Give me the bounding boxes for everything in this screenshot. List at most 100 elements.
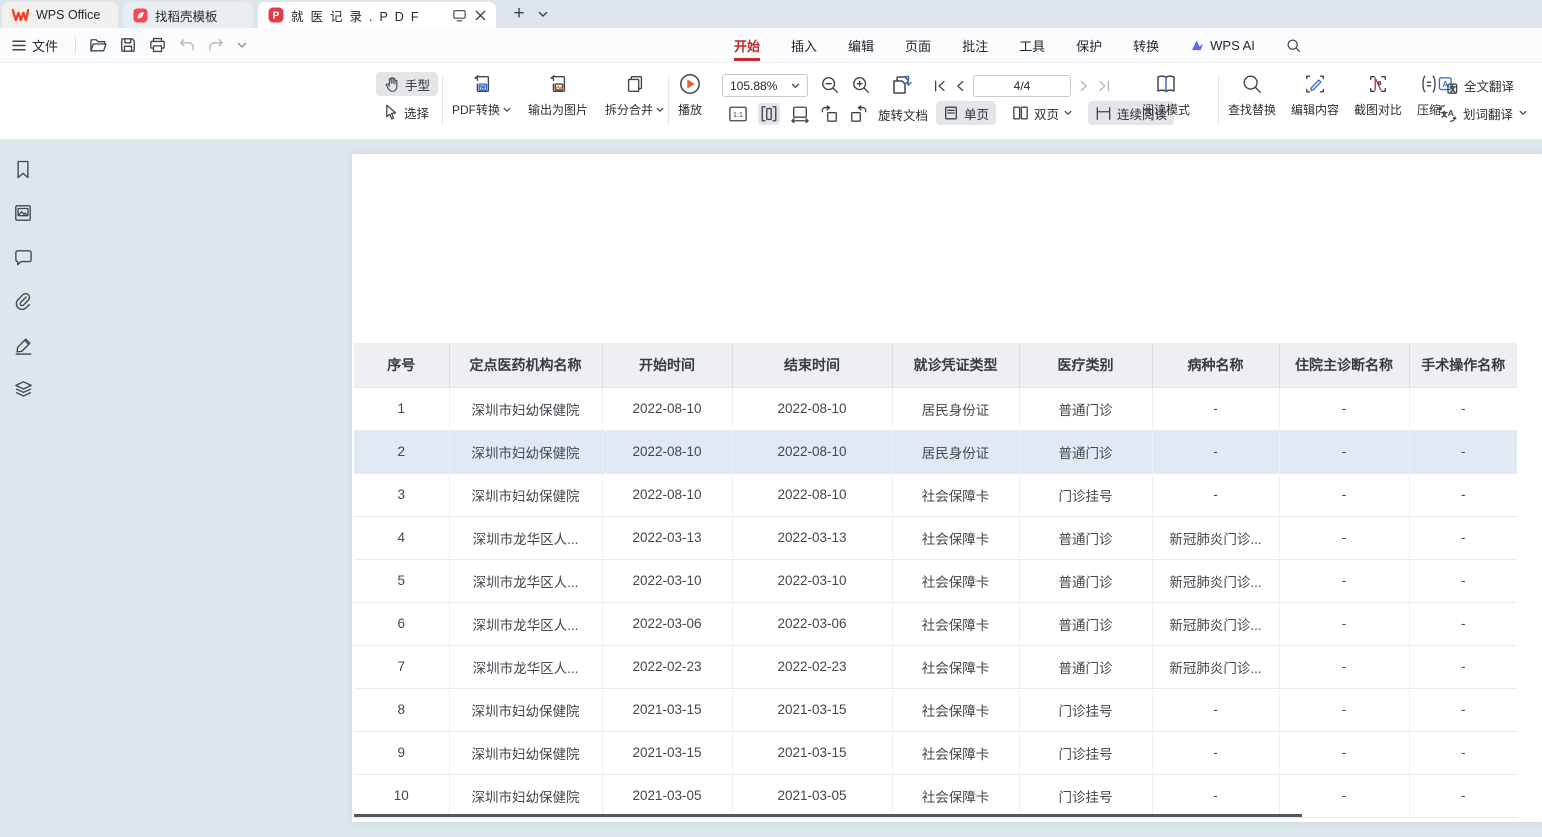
device-icon[interactable] (452, 9, 467, 22)
tab-docer-templates[interactable]: 找稻壳模板 (123, 2, 253, 28)
layers-icon[interactable] (12, 378, 34, 400)
file-menu-button[interactable]: 文件 (8, 36, 62, 55)
comment-icon[interactable] (12, 246, 34, 268)
translate-tools: A 全文翻译 A 划词翻译 (1438, 73, 1527, 125)
table-cell: 2021-03-15 (602, 731, 732, 774)
zoom-out-icon[interactable] (820, 75, 840, 95)
select-tool-button[interactable]: 选择 (376, 100, 438, 124)
read-mode-label: 阅读模式 (1142, 101, 1190, 118)
table-header-cell: 定点医药机构名称 (449, 343, 602, 387)
rotate-right-icon[interactable] (849, 105, 868, 123)
next-page-icon[interactable] (1079, 79, 1089, 93)
table-cell: 4 (354, 516, 449, 559)
split-merge-button[interactable]: 拆分合并 (605, 72, 664, 118)
table-cell: - (1279, 774, 1409, 817)
tab-wps-home[interactable]: WPS Office (2, 2, 118, 28)
find-replace-label: 查找替换 (1228, 101, 1276, 118)
svg-text:A: A (1448, 108, 1454, 118)
thumbnail-icon[interactable] (12, 202, 34, 224)
menu-edit[interactable]: 编辑 (846, 30, 876, 61)
menu-search-icon[interactable] (1284, 32, 1303, 59)
table-cell: - (1152, 387, 1279, 430)
menu-convert[interactable]: 转换 (1131, 30, 1161, 61)
menu-annotate[interactable]: 批注 (960, 30, 990, 61)
attachment-icon[interactable] (12, 290, 34, 312)
pdf-convert-button[interactable]: PDF转换 (452, 72, 511, 118)
table-cell: - (1409, 774, 1517, 817)
left-panel-icons (12, 158, 34, 400)
export-image-label: 输出为图片 (528, 101, 588, 118)
find-replace-button[interactable]: 查找替换 (1228, 72, 1276, 118)
word-translate-button[interactable]: A 划词翻译 (1438, 101, 1527, 125)
menu-insert[interactable]: 插入 (789, 30, 819, 61)
table-cell: 2022-03-10 (732, 559, 892, 602)
first-page-icon[interactable] (933, 79, 947, 93)
hand-tool-button[interactable]: 手型 (376, 72, 438, 96)
table-cell: 2022-03-06 (602, 602, 732, 645)
table-cell: 2022-02-23 (732, 645, 892, 688)
table-cell: 普通门诊 (1019, 430, 1152, 473)
cursor-icon (384, 104, 398, 120)
undo-icon[interactable] (179, 38, 195, 52)
previous-page-icon[interactable] (955, 79, 965, 93)
menu-home[interactable]: 开始 (732, 30, 762, 61)
menu-tools[interactable]: 工具 (1017, 30, 1047, 61)
table-cell: - (1279, 602, 1409, 645)
wps-logo-icon (12, 8, 29, 22)
table-row: 7深圳市龙华区人...2022-02-232022-02-23社会保障卡普通门诊… (354, 645, 1517, 688)
open-folder-icon[interactable] (89, 38, 107, 53)
last-page-icon[interactable] (1097, 79, 1111, 93)
rotate-doc-button[interactable]: 旋转文档 (878, 105, 928, 124)
select-tool-label: 选择 (404, 103, 429, 122)
table-cell: 社会保障卡 (892, 731, 1019, 774)
table-row: 4深圳市龙华区人...2022-03-132022-03-13社会保障卡普通门诊… (354, 516, 1517, 559)
table-cell: 5 (354, 559, 449, 602)
tab-list-chevron-icon[interactable] (533, 0, 553, 28)
menu-protect[interactable]: 保护 (1074, 30, 1104, 61)
new-tab-button[interactable]: + (506, 0, 532, 28)
menu-wps-ai[interactable]: WPS AI (1188, 32, 1257, 59)
play-label: 播放 (678, 101, 702, 118)
read-mode-button[interactable]: 阅读模式 (1142, 72, 1190, 118)
replace-pages-button[interactable] (890, 73, 914, 97)
table-cell: - (1409, 387, 1517, 430)
redo-icon[interactable] (208, 38, 224, 52)
table-cell: 居民身份证 (892, 387, 1019, 430)
page-indicator-input[interactable]: 4/4 (973, 75, 1071, 97)
save-icon[interactable] (120, 37, 136, 53)
print-icon[interactable] (149, 37, 166, 53)
signature-icon[interactable] (12, 334, 34, 356)
double-page-button[interactable]: 双页 (1005, 101, 1079, 125)
fit-page-icon[interactable] (790, 105, 810, 123)
menu-page[interactable]: 页面 (903, 30, 933, 61)
table-cell: 2022-08-10 (602, 473, 732, 516)
zoom-level-select[interactable]: 105.88% (722, 74, 808, 97)
export-image-icon (547, 72, 569, 96)
full-translate-button[interactable]: A 全文翻译 (1438, 73, 1527, 97)
table-row: 5深圳市龙华区人...2022-03-102022-03-10社会保障卡普通门诊… (354, 559, 1517, 602)
screenshot-compare-button[interactable]: 截图对比 (1354, 72, 1402, 118)
actual-size-icon[interactable]: 1:1 (728, 105, 748, 123)
double-page-icon (1012, 105, 1029, 121)
edit-content-button[interactable]: 编辑内容 (1291, 72, 1339, 118)
fit-width-icon[interactable] (758, 103, 780, 125)
rotate-left-icon[interactable] (820, 105, 839, 123)
single-page-button[interactable]: 单页 (936, 101, 996, 125)
table-cell: 社会保障卡 (892, 774, 1019, 817)
zoom-in-icon[interactable] (851, 75, 871, 95)
bookmark-icon[interactable] (12, 158, 34, 180)
table-cell: 深圳市妇幼保健院 (449, 774, 602, 817)
play-button[interactable]: 播放 (678, 72, 702, 118)
close-tab-icon[interactable] (475, 10, 486, 21)
table-header-row: 序号定点医药机构名称开始时间结束时间就诊凭证类型医疗类别病种名称住院主诊断名称手… (354, 343, 1517, 387)
table-cell: 2021-03-15 (602, 688, 732, 731)
wps-ai-icon (1190, 39, 1205, 52)
table-cell: 普通门诊 (1019, 387, 1152, 430)
quickbar-chevron-icon[interactable] (237, 42, 247, 49)
table-cell: 社会保障卡 (892, 688, 1019, 731)
tab-document-active[interactable]: P 就医记录.PDF (258, 2, 496, 28)
split-merge-icon (624, 72, 646, 96)
table-header-cell: 病种名称 (1152, 343, 1279, 387)
table-cell: - (1279, 559, 1409, 602)
export-image-button[interactable]: 输出为图片 (528, 72, 588, 118)
